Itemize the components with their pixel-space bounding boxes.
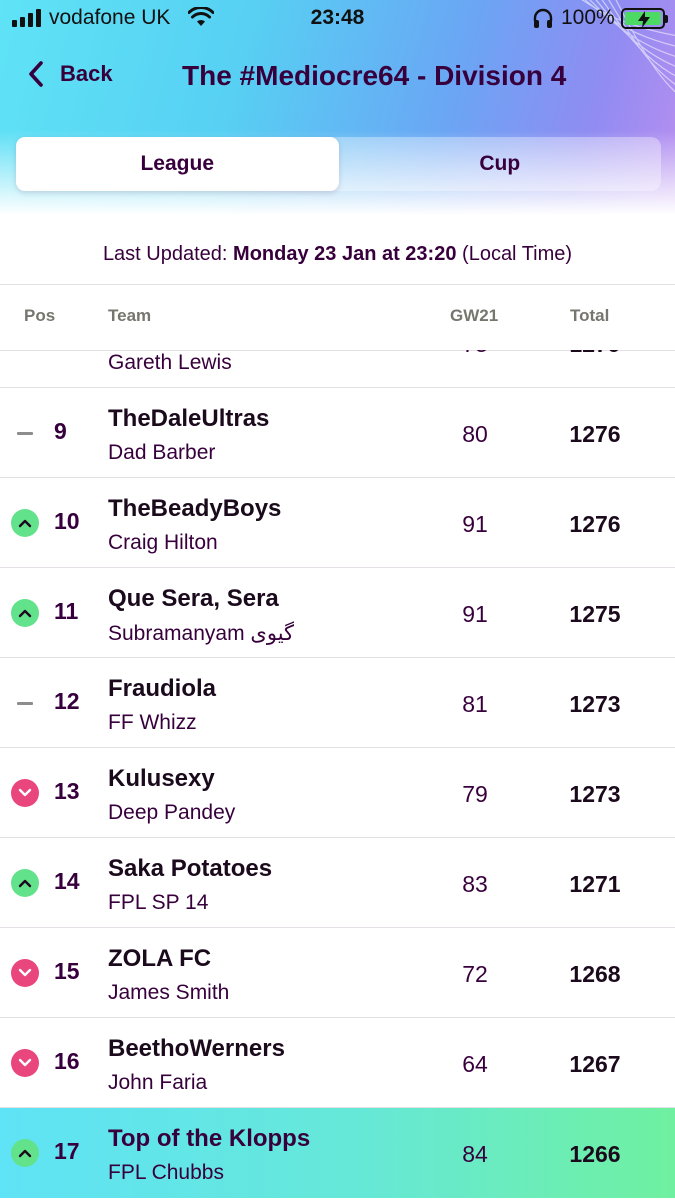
row-total-points: 1271 (569, 871, 621, 897)
table-row[interactable]: 9 TheDaleUltras Dad Barber 80 1276 (0, 388, 675, 478)
row-total-points: 1268 (569, 961, 621, 987)
no-change-dash-icon (11, 419, 39, 447)
row-manager-name: Deep Pandey (108, 801, 236, 824)
tab-league[interactable]: League (16, 137, 339, 191)
row-total-points: 1276 (569, 511, 621, 537)
table-row[interactable]: 14 Saka Potatoes FPL SP 14 83 1271 (0, 838, 675, 928)
row-rank: 15 (54, 958, 80, 984)
row-manager-name: FPL Chubbs (108, 1161, 224, 1184)
header: vodafone UK 23:48 100% Back The #Mediocr… (0, 0, 675, 215)
league-cup-tabs: League Cup (16, 137, 661, 191)
row-total-points: 1276 (569, 421, 621, 447)
back-button[interactable]: Back (26, 60, 113, 88)
row-total-points: 1273 (569, 691, 621, 717)
row-rank: 12 (54, 688, 80, 714)
row-gw-points: 64 (462, 1051, 488, 1077)
chevron-left-icon (29, 61, 43, 87)
column-header-gw: GW21 (450, 306, 499, 325)
row-rank: 11 (54, 598, 79, 624)
battery-percent: 100% (561, 6, 615, 29)
table-row-partial[interactable]: 8 Gareth Lewis 73 1279 (0, 350, 675, 388)
row-gw-points: 72 (462, 961, 488, 987)
row-gw-points: 84 (462, 1141, 488, 1167)
column-header-team: Team (108, 306, 152, 325)
row-total-points: 1273 (569, 781, 621, 807)
row-total-points: 1266 (569, 1141, 621, 1167)
last-updated: Last Updated: Monday 23 Jan at 23:20 (Lo… (0, 243, 675, 266)
row-team-name: ZOLA FC (108, 945, 212, 972)
row-team-name: TheDaleUltras (108, 405, 270, 432)
row-team-name: Top of the Klopps (108, 1125, 311, 1152)
arrow-down-circle-icon (11, 959, 39, 987)
headphones-icon (533, 8, 553, 28)
arrow-down-circle-icon (11, 779, 39, 807)
tab-cup[interactable]: Cup (339, 137, 662, 191)
row-total-points: 1279 (550, 350, 640, 358)
row-manager-name: FPL SP 14 (108, 891, 209, 914)
row-rank: 13 (54, 778, 80, 804)
row-team-name: TheBeadyBoys (108, 495, 282, 522)
row-team-name: Que Sera, Sera (108, 585, 279, 612)
row-team-name: Fraudiola (108, 675, 217, 702)
arrow-down-circle-icon (11, 1049, 39, 1077)
row-team-name: Saka Potatoes (108, 855, 273, 882)
last-updated-value: Monday 23 Jan at 23:20 (233, 243, 457, 265)
row-total-points: 1267 (569, 1051, 621, 1077)
table-header: Pos Team GW21 Total (0, 284, 675, 350)
row-rank: 16 (54, 1048, 80, 1074)
row-manager-name: Dad Barber (108, 441, 216, 464)
table-row[interactable]: 16 BeethoWerners John Faria 64 1267 (0, 1018, 675, 1108)
table-row[interactable]: 10 TheBeadyBoys Craig Hilton 91 1276 (0, 478, 675, 568)
row-gw-points: 73 (430, 350, 520, 358)
column-header-total: Total (570, 306, 610, 325)
arrow-up-circle-icon (11, 599, 39, 627)
row-gw-points: 81 (462, 691, 488, 717)
row-rank: 14 (54, 868, 80, 894)
battery-charging-icon (621, 8, 668, 29)
row-rank: 8 (54, 350, 67, 355)
status-bar: vodafone UK 23:48 100% (0, 0, 675, 38)
column-header-pos: Pos (24, 306, 56, 325)
row-gw-points: 91 (462, 601, 488, 627)
row-rank: 17 (54, 1138, 80, 1164)
row-manager-name: Subramanyam گیوی (108, 622, 295, 645)
arrow-up-circle-icon (11, 1139, 39, 1167)
last-updated-suffix: (Local Time) (462, 243, 573, 265)
row-gw-points: 83 (462, 871, 488, 897)
arrow-up-circle-icon (11, 509, 39, 537)
navigation-bar: Back The #Mediocre64 - Division 4 (0, 50, 675, 102)
row-gw-points: 79 (462, 781, 488, 807)
row-manager-name: Gareth Lewis (108, 351, 232, 374)
row-gw-points: 91 (462, 511, 488, 537)
no-change-dash-icon (11, 689, 39, 717)
last-updated-prefix: Last Updated: (102, 243, 228, 265)
row-total-points: 1275 (569, 601, 621, 627)
row-team-name: Kulusexy (108, 765, 215, 792)
row-manager-name: FF Whizz (108, 711, 197, 734)
row-rank: 9 (54, 418, 67, 444)
row-manager-name: Craig Hilton (108, 531, 218, 554)
page-title: The #Mediocre64 - Division 4 (182, 60, 567, 91)
row-team-name: BeethoWerners (108, 1035, 285, 1062)
row-gw-points: 80 (462, 421, 488, 447)
table-row[interactable]: 11 Que Sera, Sera Subramanyam گیوی 91 12… (0, 568, 675, 658)
table-row[interactable]: 13 Kulusexy Deep Pandey 79 1273 (0, 748, 675, 838)
row-manager-name: James Smith (108, 981, 230, 1004)
back-label: Back (60, 61, 113, 86)
table-row[interactable]: 15 ZOLA FC James Smith 72 1268 (0, 928, 675, 1018)
table-row[interactable]: 12 Fraudiola FF Whizz 81 1273 (0, 658, 675, 748)
row-rank: 10 (54, 508, 80, 534)
row-manager-name: John Faria (108, 1071, 208, 1094)
table-row-my-team[interactable]: 17 Top of the Klopps FPL Chubbs 84 1266 (0, 1108, 675, 1198)
arrow-up-circle-icon (11, 869, 39, 897)
standings-list: 8 Gareth Lewis 73 1279 9 TheDaleUltras D… (0, 350, 675, 1200)
